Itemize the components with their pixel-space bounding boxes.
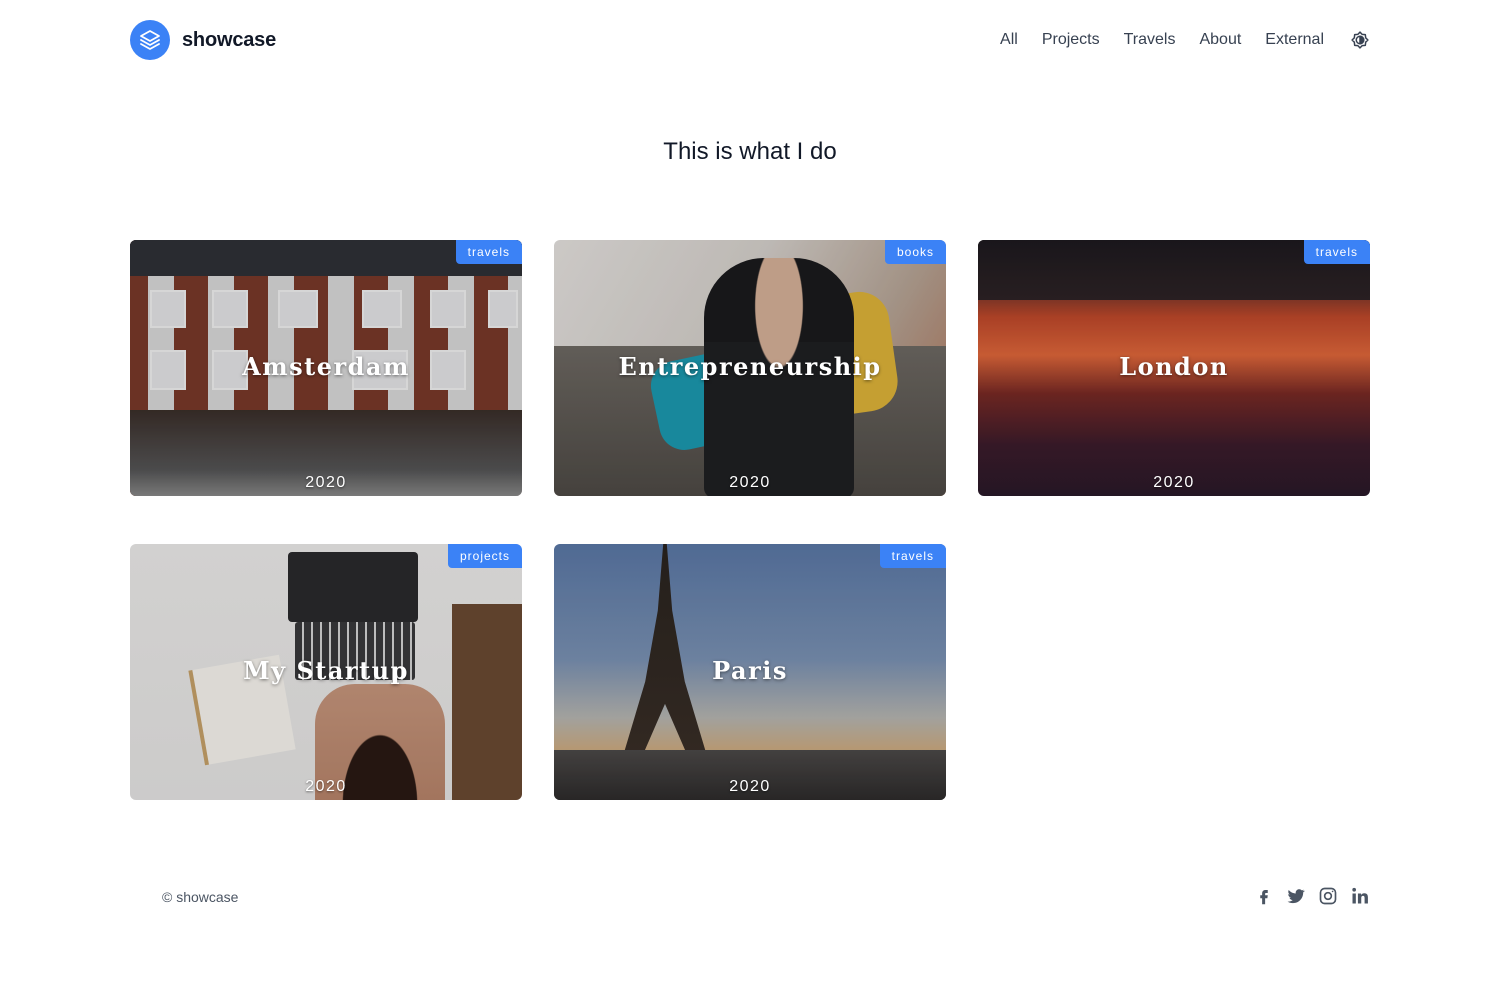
nav-all[interactable]: All — [1000, 31, 1018, 49]
nav-external[interactable]: External — [1265, 31, 1324, 49]
card-my-startup[interactable]: projects My Startup 2020 — [130, 544, 522, 800]
page-title: This is what I do — [663, 138, 837, 165]
card-year: 2020 — [729, 778, 771, 795]
card-london[interactable]: travels London 2020 — [978, 240, 1370, 496]
footer-copyright: © showcase — [162, 889, 239, 905]
card-year: 2020 — [305, 474, 347, 491]
card-year: 2020 — [305, 778, 347, 795]
twitter-icon[interactable] — [1286, 886, 1306, 906]
nav-about[interactable]: About — [1199, 31, 1241, 49]
card-tag[interactable]: travels — [1303, 240, 1370, 264]
card-title: London — [1119, 352, 1229, 381]
instagram-icon[interactable] — [1318, 886, 1338, 906]
social-links — [1254, 886, 1370, 906]
card-year: 2020 — [1153, 474, 1195, 491]
card-tag[interactable]: travels — [879, 544, 946, 568]
nav-travels[interactable]: Travels — [1124, 31, 1176, 49]
linkedin-icon[interactable] — [1350, 886, 1370, 906]
card-entrepreneurship[interactable]: books Entrepreneurship 2020 — [554, 240, 946, 496]
theme-toggle-icon[interactable] — [1350, 30, 1370, 50]
layers-logo-icon — [130, 20, 170, 60]
card-title: Amsterdam — [242, 352, 410, 381]
card-title: Entrepreneurship — [618, 352, 882, 381]
main-nav: All Projects Travels About External — [1000, 30, 1370, 50]
site-header: showcase All Projects Travels About Exte… — [130, 20, 1370, 60]
card-tag[interactable]: travels — [455, 240, 522, 264]
card-title: My Startup — [243, 656, 409, 685]
card-paris[interactable]: travels Paris 2020 — [554, 544, 946, 800]
card-amsterdam[interactable]: travels Amsterdam 2020 — [130, 240, 522, 496]
nav-projects[interactable]: Projects — [1042, 31, 1100, 49]
card-year: 2020 — [729, 474, 771, 491]
facebook-icon[interactable] — [1254, 886, 1274, 906]
card-tag[interactable]: projects — [447, 544, 522, 568]
card-title: Paris — [712, 656, 788, 685]
card-tag[interactable]: books — [884, 240, 946, 264]
brand-link[interactable]: showcase — [130, 20, 276, 60]
brand-name: showcase — [182, 28, 277, 51]
